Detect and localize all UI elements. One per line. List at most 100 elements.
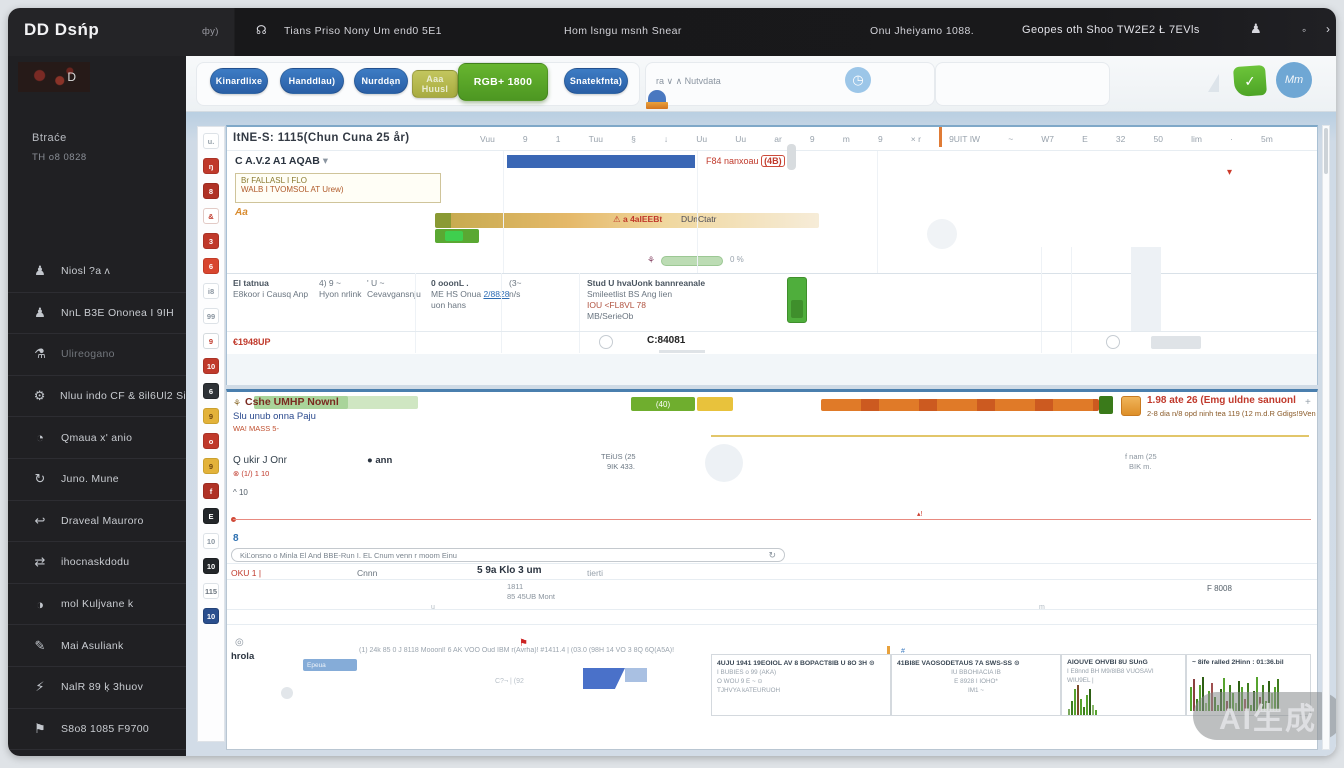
user-icon[interactable]: ♟ — [1250, 21, 1262, 37]
panel2-tiny-note: WA! MASS 5- — [233, 424, 279, 433]
timeline-tick: 9 — [877, 134, 883, 144]
rail-badge[interactable]: 9 — [203, 333, 219, 349]
rail-badge[interactable]: 6 — [203, 383, 219, 399]
sidebar-menu-item[interactable]: ♟ Niosl ?a ʌ — [8, 250, 186, 292]
r3-label-b: Cnnn — [357, 568, 378, 578]
globe-icon[interactable]: ◎ — [235, 637, 244, 648]
row-label-aa: Aa — [235, 207, 248, 218]
search-input[interactable]: KiĽonsno o Minla El And BBE-Run I. EL Cn… — [231, 548, 785, 562]
warning-label: DUnCtatr — [681, 214, 717, 224]
gantt-bar-green[interactable] — [435, 229, 479, 243]
sidebar-item-icon: ⚙ — [33, 388, 46, 404]
info-box: Br FALLASL I FLO WALB I TVOMSOL AT Urew) — [235, 173, 441, 203]
capacity-bar-green[interactable] — [787, 277, 807, 323]
plus-icon[interactable]: + — [1305, 397, 1311, 408]
rail-badge[interactable]: 6 — [203, 258, 219, 274]
toolbar-button-primary[interactable]: RGB+ 1800 — [458, 63, 548, 101]
sidebar-menu-item[interactable]: ⚡ NalR 89 ķ 3huov — [8, 665, 186, 708]
histogram-bar — [1190, 687, 1192, 711]
row2-right-2: 9IK 433. — [607, 462, 635, 471]
flower-icon: ⚘ — [647, 255, 656, 265]
rail-badge[interactable]: 10 — [203, 533, 219, 549]
rail-badge[interactable]: o — [203, 433, 219, 449]
toolbar-button-4[interactable]: Aaa Huusl — [412, 70, 458, 98]
rail-badge[interactable]: i8 — [203, 283, 219, 299]
timeline-tick: lim — [1191, 134, 1202, 144]
sidebar-menu-item[interactable]: ⇄ ihocnaskdodu — [8, 541, 186, 583]
rail-badge[interactable]: 115 — [203, 583, 219, 599]
gantt-bar-yellow[interactable] — [697, 397, 733, 411]
sidebar-menu-item[interactable]: ♟ NnL B3E Ononea I 9IH — [8, 291, 186, 334]
nav-menu-left[interactable]: Tians Priso Nony Um end0 5E1 — [284, 25, 442, 37]
rail-badge[interactable]: 3 — [203, 233, 219, 249]
sidebar-menu-item[interactable]: ↩ Draveal Mauroro — [8, 499, 186, 542]
timeline-marker — [939, 127, 942, 147]
scrollbar-thumb[interactable] — [787, 144, 796, 170]
flower-icon: ⚘ — [233, 398, 242, 408]
sidebar-user-name: Btraće — [32, 132, 67, 144]
sidebar-menu-item[interactable]: ◔ Qmaua x' anio — [8, 416, 186, 458]
sidebar-menu-item[interactable]: ⚙ Nluu indo CF & 8il6Ul2 Si — [8, 374, 186, 417]
r3-label-c: 5 9a Klo 3 um — [477, 565, 542, 576]
table-cell-link[interactable]: 2/8828 — [483, 289, 509, 299]
resource-row-label[interactable]: C A.V.2 A1 AQAB ▾ — [235, 155, 328, 167]
avatar[interactable]: Mm — [1276, 62, 1312, 98]
sidebar-menu-item[interactable]: ⚗ Ulireogano — [8, 333, 186, 375]
sidebar-menu-item[interactable]: ↻ Juno. Mune — [8, 457, 186, 500]
nav-menu-right-1[interactable]: Onu Jheiyamo 1088. — [870, 25, 974, 37]
toolbar-button-6[interactable]: Snatekfnta) — [564, 68, 628, 94]
nav-menu-center[interactable]: Hom lsngu msnh Snear — [564, 25, 682, 37]
sidebar-item-label: S8o8 1085 F9700 — [61, 722, 149, 735]
timeline-tick: · — [1230, 134, 1233, 144]
gantt-bar-long-orange[interactable] — [821, 399, 1099, 411]
table-row[interactable]: €1948UP C:84081 — [227, 332, 1317, 354]
app-logo[interactable]: DD Dsńp — [24, 20, 99, 40]
nav-menu-right-2[interactable]: Geopes oth Shoo TW2E2 Ł 7EVls — [1022, 24, 1200, 36]
rail-badge[interactable]: f — [203, 483, 219, 499]
timeline-tick: ~ — [1008, 134, 1014, 144]
rail-badge[interactable]: ŋ — [203, 158, 219, 174]
gantt-bar-green-40[interactable]: (40) — [631, 397, 695, 411]
row2-label[interactable]: Q ukir J Onr — [233, 455, 287, 466]
sidebar-menu-item[interactable]: ➤ Hrandtvaeindi.a 9098 — [8, 749, 186, 756]
gantt-pill-green[interactable] — [661, 256, 723, 266]
status-circle — [1106, 335, 1120, 349]
sidebar-menu-item[interactable]: ◑ mol Kuljvane k — [8, 582, 186, 625]
workspace: u. ŋ 8 & 3 6 i8 99 9 10 6 9 o 9 f E 10 1… — [186, 112, 1336, 756]
gantt-bar-blue-small[interactable]: Epeua — [303, 659, 357, 671]
rail-badge[interactable]: 9 — [203, 408, 219, 424]
vertical-scrollbar[interactable] — [1322, 125, 1330, 750]
toolbar-button-3[interactable]: Nurddạn — [354, 68, 408, 94]
refresh-icon[interactable]: ↻ — [768, 550, 776, 561]
status-dot-icon[interactable]: ◦ — [1302, 23, 1306, 37]
table-col-3: ' U ~ Cevavgansnju — [367, 278, 421, 299]
check-badge-icon[interactable]: ✓ — [1232, 64, 1268, 98]
rail-badge[interactable]: 9 — [203, 458, 219, 474]
gantt-bar-blue[interactable] — [507, 155, 695, 168]
toolbar-button-1[interactable]: Kinardlixe — [210, 68, 268, 94]
toolbar-button-2[interactable]: Handdlau) — [280, 68, 344, 94]
chevron-right-icon[interactable]: › — [1326, 22, 1330, 36]
sidebar-menu-item[interactable]: ⚑ S8o8 1085 F9700 — [8, 707, 186, 750]
rail-badge[interactable]: 99 — [203, 308, 219, 324]
clock-icon[interactable]: ◷ — [845, 67, 871, 93]
gantt-bar-blue-large[interactable] — [583, 668, 625, 689]
navbar-shortcut: фу) — [202, 26, 219, 37]
histogram-bar — [1095, 710, 1097, 715]
grid-icon[interactable]: ☊ — [256, 23, 267, 37]
ai-watermark-text: AI生成 — [1219, 703, 1317, 736]
alert-badge[interactable]: F84 nanxoau (4B) — [706, 155, 785, 167]
rail-badge[interactable]: u. — [203, 133, 219, 149]
sidebar-logo-badge[interactable]: D — [18, 62, 90, 92]
icon-rail: u. ŋ 8 & 3 6 i8 99 9 10 6 9 o 9 f E 10 1… — [197, 126, 225, 742]
rail-badge[interactable]: E — [203, 508, 219, 524]
sidebar-menu-item[interactable]: ✎ Mai Asuliank — [8, 624, 186, 666]
sidebar-item-label: Juno. Mune — [61, 473, 119, 486]
rail-badge[interactable]: 10 — [203, 558, 219, 574]
rail-badge[interactable]: 8 — [203, 183, 219, 199]
histogram-bar — [1086, 695, 1088, 715]
rail-badge[interactable]: 10 — [203, 358, 219, 374]
rail-badge[interactable]: 10 — [203, 608, 219, 624]
rail-badge[interactable]: & — [203, 208, 219, 224]
scrollbar-thumb[interactable] — [1324, 128, 1328, 174]
